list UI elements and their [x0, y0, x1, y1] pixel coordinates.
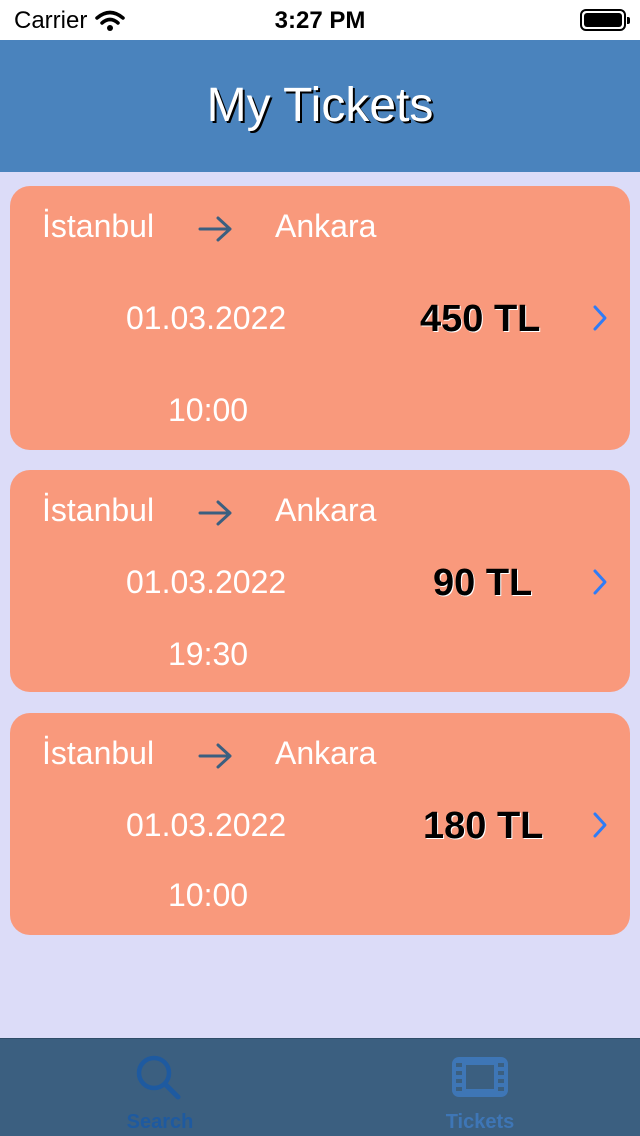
- page-title: My Tickets: [206, 79, 434, 132]
- ticket-card[interactable]: İstanbul Ankara 01.03.2022 450 TL 10:00: [10, 186, 630, 450]
- ticket-to: Ankara: [275, 735, 377, 771]
- status-bar: Carrier 3:27 PM: [0, 0, 640, 40]
- status-time: 3:27 PM: [274, 7, 366, 34]
- ticket-from: İstanbul: [42, 208, 155, 244]
- ticket-time: 10:00: [168, 877, 249, 913]
- search-icon: [136, 1055, 181, 1100]
- arrow-right-icon: [198, 500, 232, 526]
- ticket-price: 450 TL: [420, 298, 541, 340]
- tab-tickets[interactable]: Tickets: [320, 1039, 640, 1136]
- arrow-right-icon: [198, 216, 232, 242]
- film-icon: [452, 1057, 508, 1097]
- ticket-to: Ankara: [275, 208, 377, 244]
- ticket-date: 01.03.2022: [126, 564, 287, 600]
- ticket-date: 01.03.2022: [126, 807, 287, 843]
- chevron-right-icon: [593, 569, 607, 595]
- ticket-to: Ankara: [275, 492, 377, 528]
- tab-search[interactable]: Search: [0, 1039, 320, 1136]
- nav-bar: My Tickets: [0, 40, 640, 172]
- tab-tickets-label: Tickets: [445, 1111, 515, 1133]
- ticket-card[interactable]: İstanbul Ankara 01.03.2022 90 TL 19:30: [10, 470, 630, 692]
- tab-search-label: Search: [126, 1111, 194, 1133]
- tab-bar: Search Tickets: [0, 1038, 640, 1136]
- chevron-right-icon: [593, 305, 607, 331]
- ticket-time: 19:30: [168, 636, 249, 672]
- battery-icon: [580, 9, 630, 31]
- arrow-right-icon: [198, 743, 232, 769]
- ticket-date: 01.03.2022: [126, 300, 287, 336]
- ticket-card[interactable]: İstanbul Ankara 01.03.2022 180 TL 10:00: [10, 713, 630, 935]
- ticket-from: İstanbul: [42, 492, 155, 528]
- ticket-from: İstanbul: [42, 735, 155, 771]
- chevron-right-icon: [593, 812, 607, 838]
- ticket-price: 180 TL: [423, 805, 544, 847]
- ticket-price: 90 TL: [433, 562, 533, 604]
- ticket-time: 10:00: [168, 392, 249, 428]
